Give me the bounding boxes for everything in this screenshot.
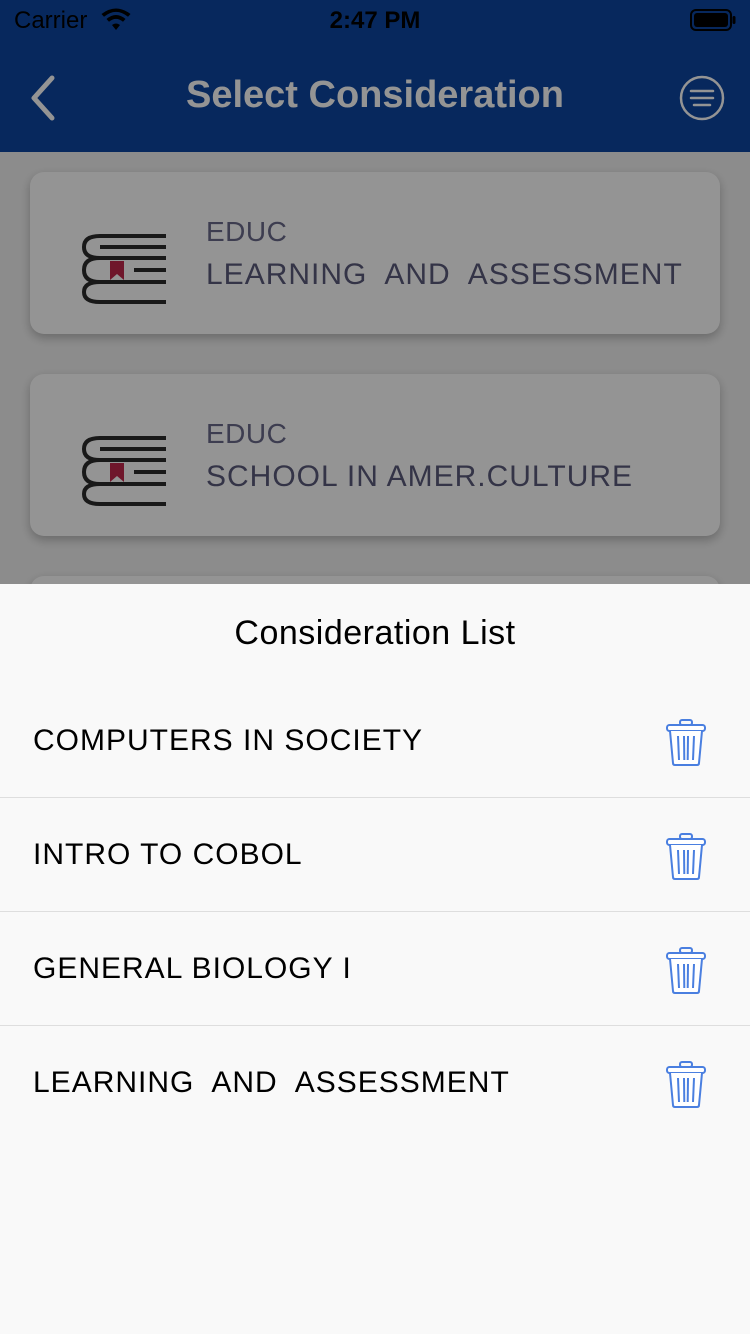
list-item-label: COMPUTERS IN SOCIETY bbox=[33, 724, 424, 757]
consideration-list: COMPUTERS IN SOCIETY INTRO TO COBOL GENE… bbox=[0, 684, 750, 1140]
trash-icon[interactable] bbox=[664, 832, 708, 880]
trash-icon[interactable] bbox=[664, 718, 708, 766]
list-item-label: INTRO TO COBOL bbox=[33, 838, 303, 871]
list-item: INTRO TO COBOL bbox=[0, 798, 750, 912]
list-item-label: LEARNING AND ASSESSMENT bbox=[33, 1066, 510, 1099]
sheet-title: Consideration List bbox=[234, 614, 516, 652]
screen: Carrier 2:47 PM Select Consideration EDU… bbox=[0, 0, 750, 1334]
trash-icon[interactable] bbox=[664, 1060, 708, 1108]
list-item: GENERAL BIOLOGY I bbox=[0, 912, 750, 1026]
list-item: COMPUTERS IN SOCIETY bbox=[0, 684, 750, 798]
consideration-list-sheet: Consideration List COMPUTERS IN SOCIETY … bbox=[0, 584, 750, 1334]
trash-icon[interactable] bbox=[664, 946, 708, 994]
list-item: LEARNING AND ASSESSMENT bbox=[0, 1026, 750, 1140]
list-item-label: GENERAL BIOLOGY I bbox=[33, 952, 352, 985]
